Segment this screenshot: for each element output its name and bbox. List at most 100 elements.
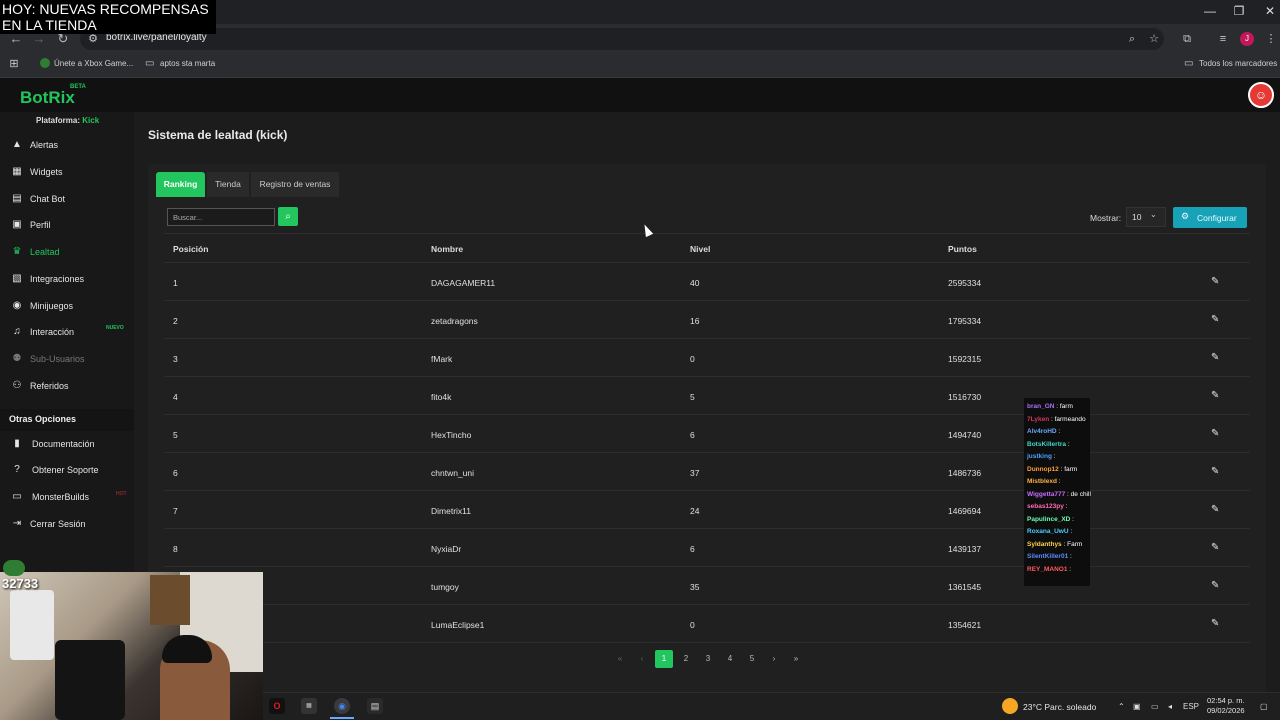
- sidebar-item-monsterbuilds[interactable]: ▭ MonsterBuilds: [0, 485, 134, 509]
- chat-message: REY_MANO1 :: [1027, 566, 1071, 573]
- sidebar-item-alertas[interactable]: ▲ Alertas: [0, 133, 134, 157]
- folder-icon: ▭: [1184, 58, 1194, 69]
- close-icon[interactable]: ✕: [1260, 4, 1280, 20]
- bookmark-xbox[interactable]: Únete a Xbox Game...: [54, 59, 133, 68]
- edit-icon[interactable]: ✎: [1211, 428, 1219, 439]
- notifications-icon[interactable]: ▢: [1260, 702, 1268, 711]
- edit-icon[interactable]: ✎: [1211, 276, 1219, 287]
- apps-grid-icon[interactable]: ⊞: [7, 57, 21, 71]
- chat-text: :: [1066, 440, 1070, 448]
- divider: [164, 262, 1250, 263]
- url-field[interactable]: [80, 28, 1164, 50]
- zoom-icon[interactable]: ⌕: [1125, 32, 1139, 46]
- minimize-icon[interactable]: —: [1200, 4, 1220, 20]
- edit-icon[interactable]: ✎: [1211, 390, 1219, 401]
- network-icon[interactable]: ▣: [1133, 702, 1141, 711]
- edit-icon[interactable]: ✎: [1211, 466, 1219, 477]
- maximize-icon[interactable]: ❐: [1229, 4, 1249, 20]
- botrix-logo[interactable]: BotRix: [20, 88, 75, 108]
- sidebar-item-referidos[interactable]: ⚇ Referidos: [0, 374, 134, 398]
- sidebar-item-chatbot[interactable]: ▤ Chat Bot: [0, 187, 134, 211]
- search-input[interactable]: [167, 208, 275, 226]
- edit-icon[interactable]: ✎: [1211, 352, 1219, 363]
- sidebar-item-interaccion[interactable]: ♫ Interacción: [0, 320, 134, 344]
- chat-text: :: [1051, 453, 1056, 460]
- tab-ranking[interactable]: Ranking: [156, 172, 205, 197]
- page-size-select[interactable]: 10: [1126, 207, 1166, 227]
- page-2[interactable]: 2: [677, 650, 695, 668]
- extensions-icon[interactable]: ⧉: [1180, 32, 1194, 46]
- edit-icon[interactable]: ✎: [1211, 504, 1219, 515]
- tab-search-icon[interactable]: ≡: [1216, 32, 1230, 46]
- all-bookmarks[interactable]: Todos los marcadores: [1199, 59, 1277, 68]
- app-icon[interactable]: ▦: [301, 698, 317, 714]
- clock[interactable]: 02:54 p. m. 09/02/2026: [1207, 696, 1245, 716]
- webcam-chair: [55, 640, 125, 720]
- volume-icon[interactable]: ◂: [1168, 702, 1172, 711]
- chat-username: Mistblexd: [1027, 478, 1057, 485]
- chat-username: REY_MANO1: [1027, 565, 1068, 573]
- cell-level: 6: [690, 544, 695, 554]
- chat-text: :: [1070, 515, 1074, 523]
- sidebar-item-integraciones[interactable]: ▧ Integraciones: [0, 267, 134, 291]
- page-1[interactable]: 1: [655, 650, 673, 668]
- sidebar-item-minijuegos[interactable]: ◉ Minijuegos: [0, 294, 134, 318]
- page-4[interactable]: 4: [721, 650, 739, 668]
- id-card-icon: ▣: [12, 219, 22, 230]
- next-page-icon[interactable]: ›: [765, 650, 783, 668]
- tab-tienda[interactable]: Tienda: [207, 172, 249, 197]
- cell-points: 1592315: [948, 354, 982, 364]
- chrome-icon[interactable]: ◉: [334, 698, 350, 714]
- profile-avatar[interactable]: J: [1240, 32, 1254, 46]
- edit-icon[interactable]: ✎: [1211, 542, 1219, 553]
- hot-badge: HOT: [116, 491, 127, 497]
- weather-text[interactable]: 23°C Parc. soleado: [1023, 702, 1096, 712]
- menu-icon[interactable]: ⋮: [1264, 32, 1278, 46]
- bookmark-star-icon[interactable]: ☆: [1147, 32, 1161, 46]
- sidebar-item-documentacion[interactable]: ▮ Documentación: [0, 432, 134, 456]
- sidebar-item-soporte[interactable]: ? Obtener Soporte: [0, 458, 134, 482]
- cell-points: 1469694: [948, 506, 982, 516]
- edit-icon[interactable]: ✎: [1211, 618, 1219, 629]
- weather-icon[interactable]: [1002, 698, 1018, 714]
- sidebar-item-label: Referidos: [30, 381, 69, 391]
- language-indicator[interactable]: ESP: [1183, 702, 1199, 711]
- last-page-icon[interactable]: »: [787, 650, 805, 668]
- tray-chevron-icon[interactable]: ⌃: [1118, 702, 1125, 711]
- sidebar-item-label: Chat Bot: [30, 194, 66, 204]
- active-app-indicator: [330, 717, 354, 719]
- cell-points: 2595334: [948, 278, 982, 288]
- first-page-icon[interactable]: «: [611, 650, 629, 668]
- cell-points: 1361545: [948, 582, 982, 592]
- gears-icon: ⚙: [1181, 211, 1190, 221]
- site-info-icon[interactable]: ⚙: [86, 32, 100, 46]
- sidebar-item-widgets[interactable]: ▦ Widgets: [0, 160, 134, 184]
- frog-emote-icon: [3, 560, 25, 576]
- edit-icon[interactable]: ✎: [1211, 314, 1219, 325]
- search-button[interactable]: ⌕: [278, 207, 298, 226]
- user-avatar[interactable]: ☺: [1248, 82, 1274, 108]
- page-5[interactable]: 5: [743, 650, 761, 668]
- page-title: Sistema de lealtad (kick): [148, 128, 288, 142]
- tab-registro-ventas[interactable]: Registro de ventas: [251, 172, 339, 197]
- table-row-divider: [164, 338, 1250, 339]
- cell-level: 16: [690, 316, 700, 326]
- opera-icon[interactable]: O: [269, 698, 285, 714]
- window-app-icon[interactable]: ▤: [367, 698, 383, 714]
- sidebar-item-lealtad[interactable]: ♛ Lealtad: [0, 240, 134, 264]
- book-icon: ▮: [14, 438, 20, 449]
- monitor-tray-icon[interactable]: ▭: [1151, 702, 1159, 711]
- cell-position: 5: [173, 430, 178, 440]
- sidebar-item-label: Interacción: [30, 327, 75, 337]
- sidebar-item-perfil[interactable]: ▣ Perfil: [0, 213, 134, 237]
- prev-page-icon[interactable]: ‹: [633, 650, 651, 668]
- sidebar-item-subusuarios[interactable]: ⚉ Sub-Usuarios: [0, 347, 134, 371]
- cell-level: 37: [690, 468, 700, 478]
- chat-message: Syldanthys : Farm: [1027, 541, 1082, 548]
- bookmark-aptos[interactable]: aptos sta marta: [160, 59, 215, 68]
- edit-icon[interactable]: ✎: [1211, 580, 1219, 591]
- sidebar-item-cerrar-sesion[interactable]: ⇥ Cerrar Sesión: [0, 512, 134, 536]
- chat-username: Dunnop12: [1027, 465, 1059, 473]
- sidebar-item-label: Integraciones: [30, 274, 85, 284]
- page-3[interactable]: 3: [699, 650, 717, 668]
